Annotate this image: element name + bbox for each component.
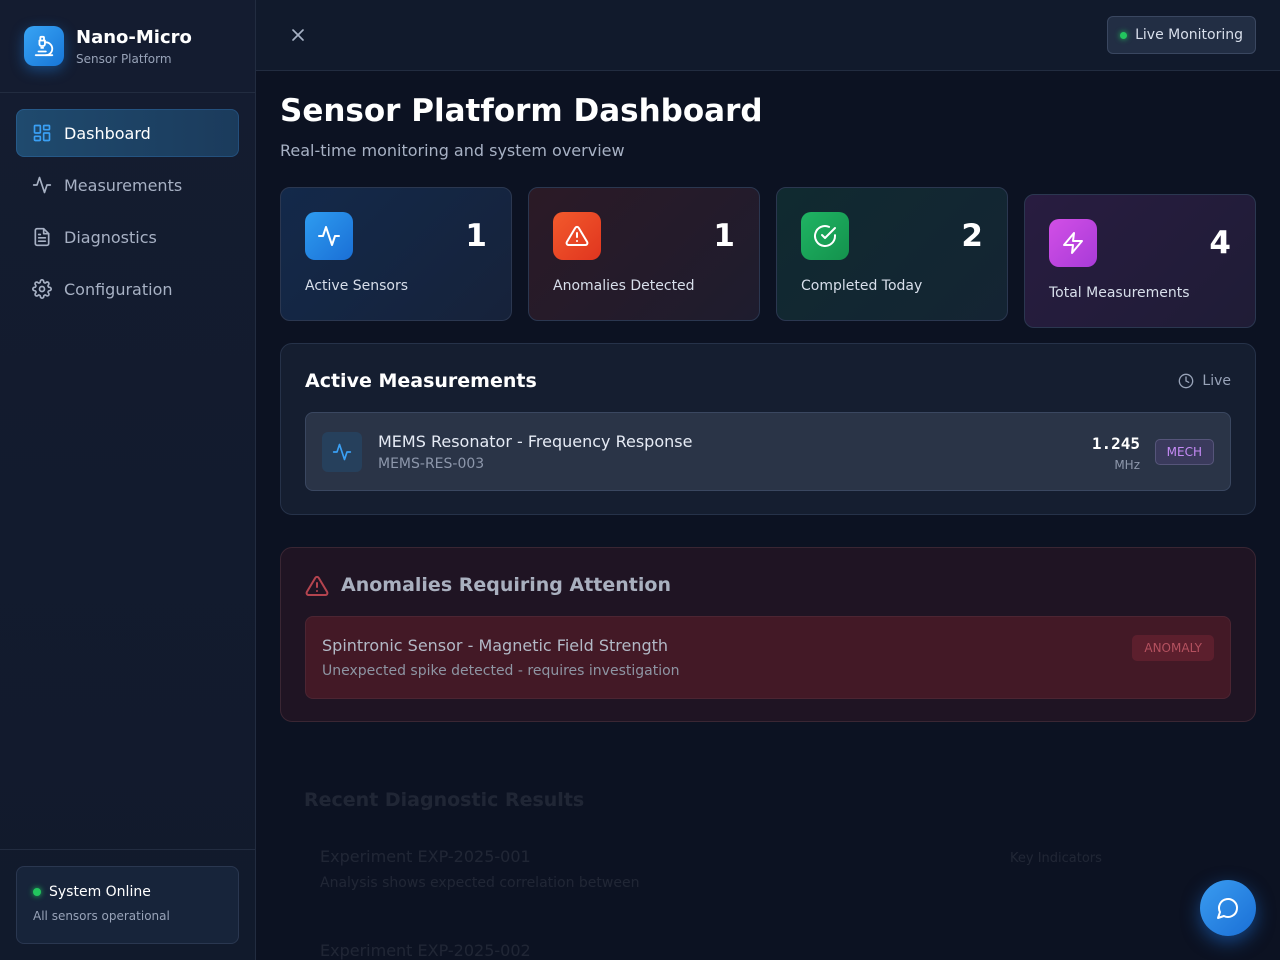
topbar: Live Monitoring: [256, 0, 1280, 71]
microscope-icon: [24, 26, 64, 66]
live-monitoring-button[interactable]: Live Monitoring: [1107, 16, 1256, 54]
stat-value: 4: [1209, 225, 1231, 261]
sidebar: Nano-Micro Sensor Platform Dashboard Mea…: [0, 0, 256, 960]
stat-card-total-measurements: 4 Total Measurements: [1024, 194, 1256, 328]
anomalies-panel: Anomalies Requiring Attention Spintronic…: [280, 547, 1256, 722]
page-title: Sensor Platform Dashboard: [280, 93, 763, 129]
document-icon: [32, 227, 52, 247]
sidebar-item-label: Dashboard: [64, 123, 151, 143]
result-status: Key Indicators: [1010, 851, 1102, 866]
panel-title: Recent Diagnostic Results: [304, 789, 585, 811]
live-dot-icon: [1120, 31, 1128, 39]
sidebar-item-dashboard[interactable]: Dashboard: [16, 109, 239, 157]
anomaly-item[interactable]: Spintronic Sensor - Magnetic Field Stren…: [305, 616, 1231, 699]
result-name[interactable]: Experiment EXP-2025-002: [320, 941, 531, 960]
measurement-item[interactable]: MEMS Resonator - Frequency Response MEMS…: [305, 412, 1231, 491]
activity-icon: [322, 432, 362, 472]
panel-title: Anomalies Requiring Attention: [341, 574, 671, 596]
measurement-name: MEMS Resonator - Frequency Response: [378, 432, 693, 451]
active-measurements-panel: Active Measurements Live MEMS Resonator …: [280, 343, 1256, 515]
sidebar-nav: Dashboard Measurements Diagnostics Confi…: [0, 93, 255, 313]
stat-card-completed-today: 2 Completed Today: [776, 187, 1008, 321]
sidebar-item-label: Configuration: [64, 279, 173, 299]
anomaly-description: Unexpected spike detected - requires inv…: [322, 663, 680, 679]
stat-card-active-sensors: 1 Active Sensors: [280, 187, 512, 321]
result-description: Analysis shows expected correlation betw…: [320, 875, 640, 891]
stat-label: Completed Today: [801, 278, 923, 294]
warning-icon: [553, 212, 601, 260]
brand: Nano-Micro Sensor Platform: [0, 0, 255, 93]
dashboard-icon: [32, 123, 52, 143]
sidebar-item-label: Diagnostics: [64, 227, 157, 247]
system-status-label: System Online: [49, 884, 151, 900]
lightning-icon: [1049, 219, 1097, 267]
live-indicator: Live: [1178, 373, 1231, 389]
sidebar-item-diagnostics[interactable]: Diagnostics: [16, 213, 239, 261]
chat-button[interactable]: [1200, 880, 1256, 936]
check-circle-icon: [801, 212, 849, 260]
chat-bubble-icon: [1216, 896, 1240, 920]
stat-label: Active Sensors: [305, 278, 409, 294]
clock-icon: [1178, 373, 1194, 389]
measurement-unit: MHz: [1114, 458, 1140, 472]
sidebar-item-label: Measurements: [64, 175, 183, 195]
anomaly-name: Spintronic Sensor - Magnetic Field Stren…: [322, 636, 669, 655]
close-icon[interactable]: [288, 25, 308, 45]
category-badge: MECH: [1154, 439, 1214, 465]
sidebar-item-measurements[interactable]: Measurements: [16, 161, 239, 209]
live-label: Live: [1202, 373, 1231, 389]
stat-label: Anomalies Detected: [553, 278, 695, 294]
system-status-card: System Online All sensors operational: [16, 866, 239, 944]
stat-value: 1: [465, 218, 487, 254]
gear-icon: [32, 279, 52, 299]
warning-icon: [305, 574, 329, 598]
status-dot-icon: [33, 888, 41, 896]
activity-icon: [305, 212, 353, 260]
anomaly-badge: ANOMALY: [1132, 635, 1214, 661]
brand-subtitle: Sensor Platform: [76, 51, 172, 66]
stat-value: 1: [713, 218, 735, 254]
stat-card-anomalies: 1 Anomalies Detected: [528, 187, 760, 321]
brand-title: Nano-Micro: [76, 26, 192, 48]
sidebar-footer: System Online All sensors operational: [0, 849, 255, 960]
activity-icon: [32, 175, 52, 195]
result-name[interactable]: Experiment EXP-2025-001: [320, 847, 531, 866]
stat-label: Total Measurements: [1049, 285, 1190, 301]
page-subtitle: Real-time monitoring and system overview: [280, 141, 625, 160]
stat-value: 2: [961, 218, 983, 254]
live-monitoring-label: Live Monitoring: [1135, 27, 1243, 43]
measurement-id: MEMS-RES-003: [378, 456, 485, 472]
panel-title: Active Measurements: [305, 370, 537, 392]
sidebar-item-configuration[interactable]: Configuration: [16, 265, 239, 313]
system-status-detail: All sensors operational: [33, 909, 170, 923]
measurement-value: 1.245: [1091, 434, 1140, 453]
